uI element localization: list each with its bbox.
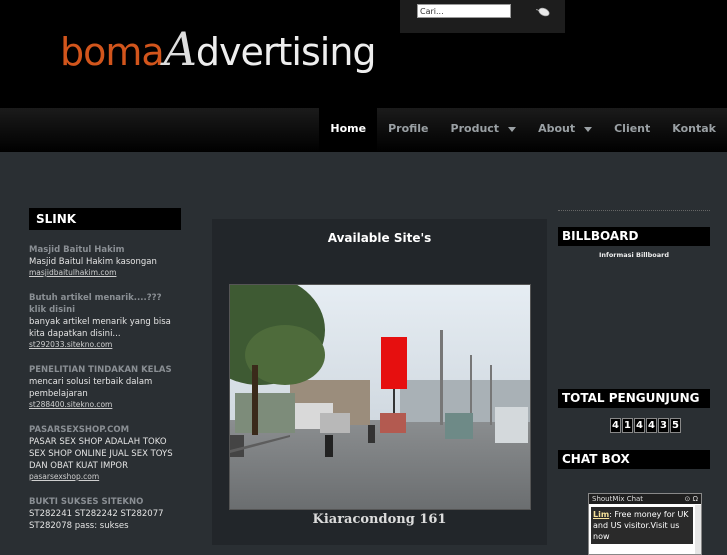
photo-caption: Kiaracondong 161 — [312, 512, 447, 527]
chatbox-heading: CHAT BOX — [558, 450, 710, 469]
counter-digit: 4 — [610, 418, 621, 433]
slink-entry: PASARSEXSHOP.COM PASAR SEX SHOP ADALAH TO… — [29, 424, 181, 482]
nav-label: Product — [450, 122, 500, 135]
slink-title[interactable]: PASARSEXSHOP.COM — [29, 424, 181, 436]
slink-title[interactable]: Masjid Baitul Hakim — [29, 244, 181, 256]
right-sidebar: BILLBOARD Informasi Billboard TOTAL PENG… — [558, 208, 710, 555]
caret-down-icon — [584, 126, 593, 132]
nav-label: Kontak — [672, 122, 716, 135]
chat-scrollbar[interactable] — [695, 505, 701, 554]
slink-panel: SLINK Masjid Baitul Hakim Masjid Baitul H… — [29, 208, 181, 532]
nav-label: Client — [614, 122, 651, 135]
page-title: Available Site's — [327, 231, 432, 245]
slink-description: mencari solusi terbaik dalam pembelajara… — [29, 377, 153, 399]
nav-label: Home — [330, 122, 367, 135]
counter-digit: 3 — [658, 418, 669, 433]
main-nav: Home Profile Product About Client Kontak — [0, 108, 727, 152]
billboard-heading: BILLBOARD — [558, 227, 710, 246]
slink-title[interactable]: Butuh artikel menarik....??? klik disini — [29, 292, 181, 316]
slink-title[interactable]: PENELITIAN TINDAKAN KELAS — [29, 364, 181, 376]
header: bomaAdvertising — [0, 0, 727, 108]
caret-down-icon — [508, 126, 517, 132]
slink-title[interactable]: BUKTI SUKSES SITEKNO — [29, 496, 181, 508]
visitor-counter: 414435 — [610, 418, 710, 433]
slink-description: Masjid Baitul Hakim kasongan — [29, 257, 157, 267]
slink-entry: Butuh artikel menarik....??? klik disini… — [29, 292, 181, 350]
nav-about[interactable]: About — [527, 108, 603, 152]
counter-digit: 4 — [646, 418, 657, 433]
main-content: Available Site's Kiaracondong 161 — [212, 219, 547, 545]
chat-controls-icon[interactable]: ⊙ Ω — [685, 494, 698, 504]
chat-widget-title: ShoutMix Chat — [592, 495, 644, 503]
nav-label: Profile — [388, 122, 429, 135]
slink-entry: Masjid Baitul Hakim Masjid Baitul Hakim k… — [29, 244, 181, 278]
shoutmix-chat-widget[interactable]: ShoutMix Chat ⊙ Ω Lim: Free money for UK… — [588, 493, 702, 555]
slink-description: ST282241 ST282242 ST282077 ST282078 pass… — [29, 509, 164, 531]
nav-home[interactable]: Home — [319, 108, 378, 152]
search-area — [400, 0, 565, 33]
slink-entry: PENELITIAN TINDAKAN KELAS mencari solusi … — [29, 364, 181, 410]
nav-client[interactable]: Client — [603, 108, 661, 152]
counter-digit: 4 — [634, 418, 645, 433]
slink-url[interactable]: st292033.sitekno.com — [29, 340, 181, 350]
billboard-site-photo — [229, 284, 531, 510]
nav-product[interactable]: Product — [440, 108, 528, 152]
divider — [558, 210, 710, 211]
billboard-info-link[interactable]: Informasi Billboard — [558, 251, 710, 259]
slink-url[interactable]: st288400.sitekno.com — [29, 400, 181, 410]
slink-description: PASAR SEX SHOP ADALAH TOKO SEX SHOP ONLI… — [29, 437, 173, 471]
counter-digit: 5 — [670, 418, 681, 433]
visitors-heading: TOTAL PENGUNJUNG — [558, 389, 710, 408]
counter-digit: 1 — [622, 418, 633, 433]
mouse-search-icon[interactable] — [536, 7, 550, 17]
nav-profile[interactable]: Profile — [377, 108, 439, 152]
nav-kontak[interactable]: Kontak — [661, 108, 727, 152]
slink-description: banyak artikel menarik yang bisa kita da… — [29, 317, 171, 339]
slink-heading: SLINK — [29, 208, 181, 230]
logo-a-glyph: A — [163, 22, 197, 76]
logo-boma: boma — [60, 30, 165, 74]
nav-label: About — [538, 122, 576, 135]
chat-username[interactable]: Lim — [593, 510, 609, 519]
chat-titlebar: ShoutMix Chat ⊙ Ω — [589, 494, 701, 504]
site-logo[interactable]: bomaAdvertising — [60, 22, 377, 76]
slink-url[interactable]: pasarsexshop.com — [29, 472, 181, 482]
chat-message: Lim: Free money for UK and US visitor.Vi… — [591, 507, 693, 544]
slink-entry: BUKTI SUKSES SITEKNO ST282241 ST282242 ST… — [29, 496, 181, 532]
search-input[interactable] — [417, 4, 511, 18]
slink-url[interactable]: masjidbaitulhakim.com — [29, 268, 181, 278]
logo-dvertising: dvertising — [195, 30, 377, 74]
